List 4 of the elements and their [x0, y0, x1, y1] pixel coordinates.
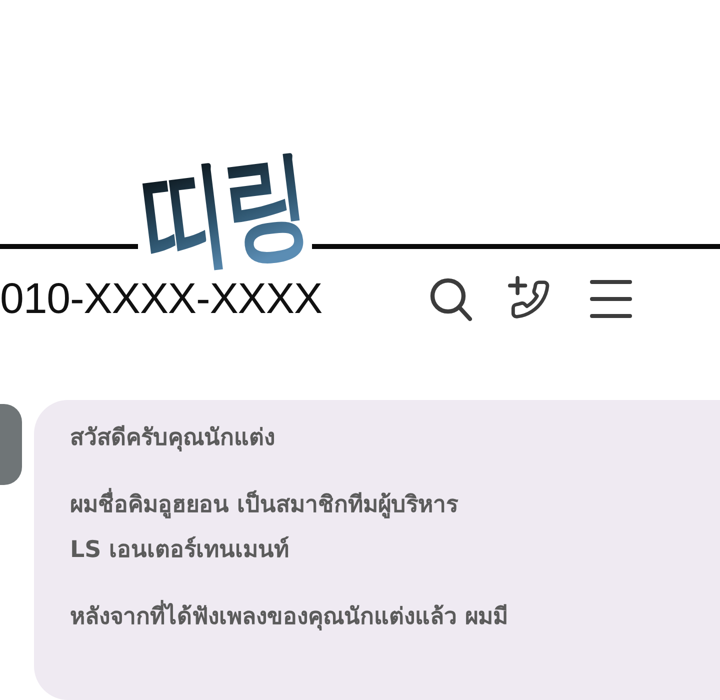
- message-text: หลังจากที่ได้ฟังเพลงของคุณนักแต่งแล้ว ผมมี: [70, 595, 508, 640]
- message-text: สวัสดีครับคุณนักแต่ง: [70, 424, 275, 454]
- message-text: ผมชื่อคิมอูฮยอน เป็นสมาชิกทีมผู้บริหาร LS เอนเตอร์เทนเมนท์: [70, 483, 458, 573]
- search-icon[interactable]: [428, 276, 474, 322]
